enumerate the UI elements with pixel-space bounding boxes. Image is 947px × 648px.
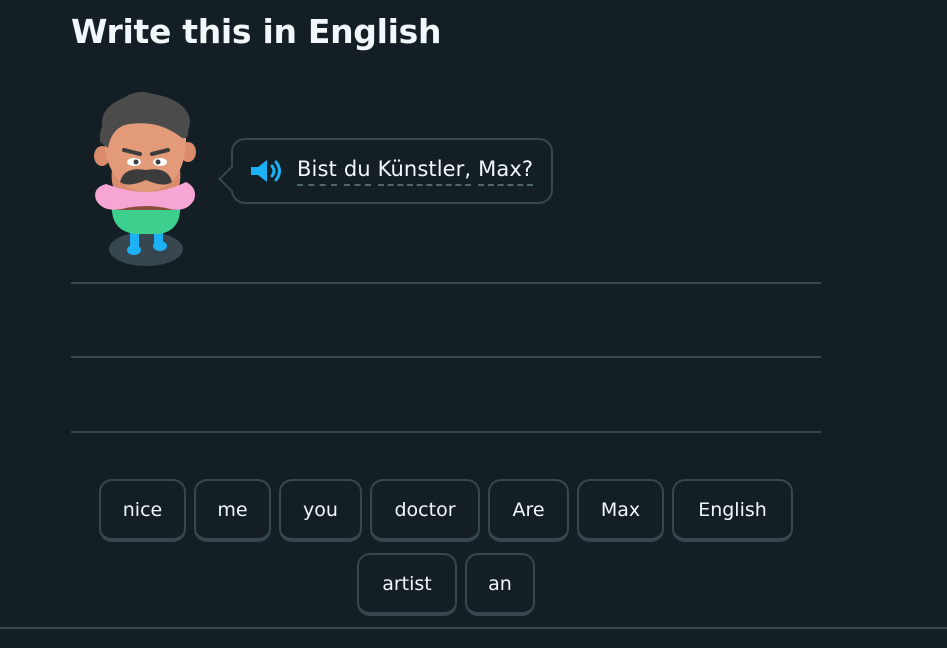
character-avatar <box>94 92 196 266</box>
word-tile-an[interactable]: an <box>465 553 535 616</box>
page-title: Write this in English <box>71 12 442 51</box>
answer-line[interactable] <box>71 431 821 433</box>
word-tile-max[interactable]: Max <box>577 479 664 542</box>
word-tile-me[interactable]: me <box>194 479 271 542</box>
footer-divider <box>0 627 947 629</box>
speech-bubble-tail <box>218 166 244 192</box>
prompt-word[interactable]: Max? <box>478 157 534 186</box>
prompt-sentence: Bist du Künstler, Max? <box>297 157 534 186</box>
exercise-page: Write this in English Bist du Künstler, … <box>0 0 947 648</box>
word-bank: nice me you doctor Are Max English artis… <box>71 479 821 616</box>
speaker-icon[interactable] <box>249 157 285 185</box>
prompt-word[interactable]: du <box>343 157 371 186</box>
word-tile-doctor[interactable]: doctor <box>370 479 480 542</box>
prompt-word[interactable]: Künstler, <box>377 157 472 186</box>
word-tile-are[interactable]: Are <box>488 479 569 542</box>
speech-bubble: Bist du Künstler, Max? <box>218 138 554 204</box>
word-tile-you[interactable]: you <box>279 479 362 542</box>
word-tile-artist[interactable]: artist <box>357 553 457 616</box>
answer-line[interactable] <box>71 356 821 358</box>
answer-line[interactable] <box>71 282 821 284</box>
word-tile-nice[interactable]: nice <box>99 479 186 542</box>
word-tile-english[interactable]: English <box>672 479 793 542</box>
prompt-word[interactable]: Bist <box>297 157 337 186</box>
